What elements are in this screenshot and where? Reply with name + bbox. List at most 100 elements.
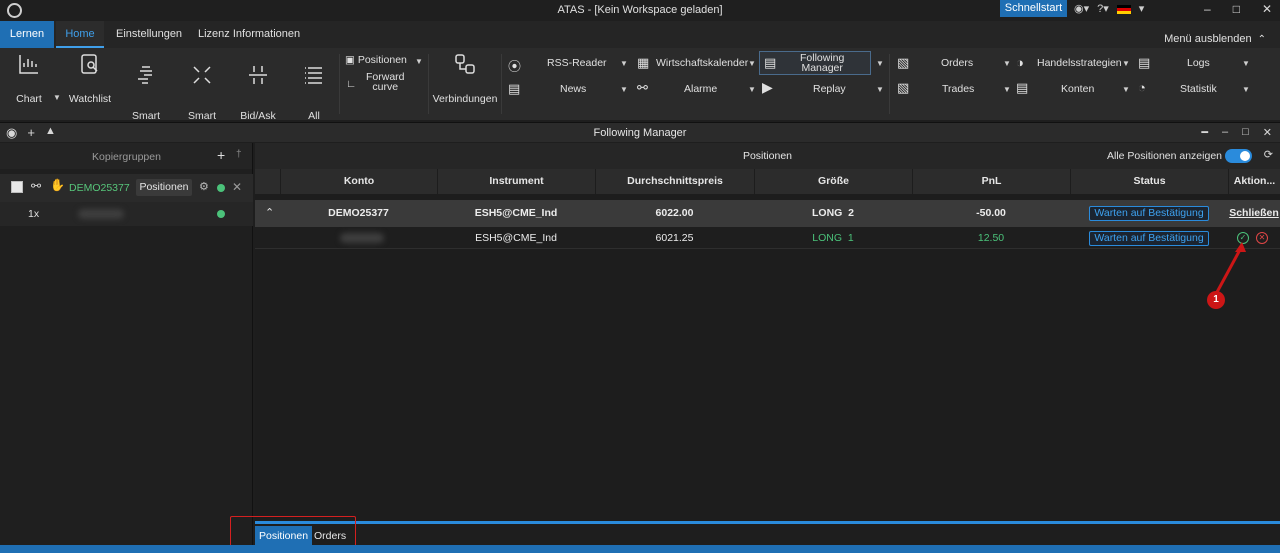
close-icon[interactable]: ✕ (1262, 2, 1272, 16)
pin-icon[interactable]: † (236, 149, 242, 160)
minimize-icon[interactable]: – (1222, 126, 1228, 139)
konten-item[interactable]: Konten (1061, 83, 1094, 95)
following-manager-title: Following Manager (593, 127, 687, 139)
replay-dropdown-icon[interactable]: ▼ (876, 85, 884, 94)
camera-icon[interactable]: ◉▾ (1074, 2, 1089, 15)
all-prices-label: All Prices (308, 110, 320, 121)
smart-tape-button[interactable]: Smart Tape (182, 52, 222, 120)
positions-titlebar: Positionen Alle Positionen anzeigen ⟳ (255, 143, 1280, 169)
trades-item[interactable]: Trades (942, 83, 974, 95)
forward-curve-ribbon-item[interactable]: ∟ Forward curve (346, 72, 405, 93)
cell-price: 6021.25 (655, 232, 694, 244)
strategies-dropdown-icon[interactable]: ▼ (1122, 59, 1130, 68)
verbindungen-label: Verbindungen (432, 93, 498, 105)
cell-konto: DEMO25377 (328, 207, 389, 219)
show-all-positions-toggle[interactable] (1225, 149, 1252, 163)
collapse-chevron-icon[interactable]: ⌃ (265, 200, 274, 227)
orders-dropdown-icon[interactable]: ▼ (1003, 59, 1011, 68)
follower-account-blurred (78, 209, 124, 219)
statistik-dropdown-icon[interactable]: ▼ (1242, 85, 1250, 94)
trades-dropdown-icon[interactable]: ▼ (1003, 85, 1011, 94)
chart-button[interactable]: Chart (14, 52, 44, 105)
pin-icon[interactable]: ━ (1201, 126, 1208, 139)
add-group-icon[interactable]: + (217, 147, 225, 163)
language-dropdown-icon[interactable]: ▾ (1139, 2, 1145, 15)
watchlist-button[interactable]: Watchlist (68, 52, 112, 105)
news-item[interactable]: News (560, 83, 586, 95)
tab-einstellungen[interactable]: Einstellungen (116, 21, 182, 48)
smart-dom-button[interactable]: Smart DOM (126, 52, 166, 120)
following-manager-icon: ▤ (764, 55, 777, 70)
close-position-link[interactable]: Schließen (1229, 207, 1279, 219)
replay-item[interactable]: Replay (813, 83, 846, 95)
statistics-icon: ◔ (1138, 80, 1146, 95)
table-row[interactable]: ESH5@CME_Ind 6021.25 LONG 1 12.50 Warten… (255, 227, 1280, 249)
wirtschaftskalender-item[interactable]: Wirtschaftskalender (656, 57, 748, 69)
following-manager-dropdown-icon[interactable]: ▼ (876, 59, 884, 68)
statistik-item[interactable]: Statistik (1180, 83, 1217, 95)
copy-groups-header: Kopiergruppen + † (0, 143, 252, 169)
status-badge: Warten auf Bestätigung (1089, 231, 1209, 246)
konten-dropdown-icon[interactable]: ▼ (1122, 85, 1130, 94)
verbindungen-button[interactable]: Verbindungen (432, 52, 498, 105)
german-flag-icon[interactable] (1116, 5, 1131, 14)
copy-groups-title: Kopiergruppen (92, 151, 161, 163)
bid-ask-tape-icon (249, 66, 267, 84)
quickstart-button[interactable]: Schnellstart (1000, 0, 1067, 17)
chart-icon (19, 55, 38, 74)
watchlist-label: Watchlist (68, 93, 112, 105)
orders-item[interactable]: Orders (941, 57, 973, 69)
col-groesse[interactable]: Größe (754, 169, 912, 194)
rss-reader-item[interactable]: RSS-Reader (547, 57, 607, 69)
col-status[interactable]: Status (1070, 169, 1228, 194)
follower-row[interactable]: 1x (0, 202, 253, 226)
table-row[interactable]: ⌃ DEMO25377 ESH5@CME_Ind 6022.00 LONG 2 … (255, 200, 1280, 227)
cell-pnl: 12.50 (977, 232, 1005, 244)
col-konto[interactable]: Konto (280, 169, 437, 194)
positionen-ribbon-item[interactable]: ▣ Positionen (345, 54, 407, 66)
all-prices-icon (305, 67, 322, 84)
copy-group-row[interactable]: ⚯ ✋ DEMO25377 Positionen ⚙ ✕ (0, 174, 253, 202)
news-dropdown-icon[interactable]: ▼ (620, 85, 628, 94)
calendar-dropdown-icon[interactable]: ▼ (748, 59, 756, 68)
group-positions-button[interactable]: Positionen (136, 179, 192, 196)
all-prices-button[interactable]: All Prices (296, 52, 332, 120)
col-pnl[interactable]: PnL (912, 169, 1070, 194)
ribbon-tabs: Lernen Home Einstellungen Lizenz Informa… (0, 21, 1280, 48)
alarme-item[interactable]: Alarme (684, 83, 717, 95)
menu-hide-button[interactable]: Menü ausblenden (1164, 33, 1266, 45)
alarme-dropdown-icon[interactable]: ▼ (748, 85, 756, 94)
minimize-icon[interactable]: – (1204, 2, 1211, 16)
gear-icon[interactable]: ⚙ (199, 180, 209, 193)
smart-tape-icon (193, 66, 211, 84)
rss-dropdown-icon[interactable]: ▼ (620, 59, 628, 68)
col-instrument[interactable]: Instrument (437, 169, 595, 194)
maximize-icon[interactable]: □ (1242, 126, 1249, 139)
group-checkbox[interactable] (11, 181, 23, 193)
col-durchschnittspreis[interactable]: Durchschnittspreis (595, 169, 754, 194)
hand-icon[interactable]: ✋ (50, 178, 65, 192)
cell-instrument: ESH5@CME_Ind (475, 232, 557, 244)
remove-group-icon[interactable]: ✕ (232, 180, 242, 194)
logs-dropdown-icon[interactable]: ▼ (1242, 59, 1250, 68)
tab-lernen[interactable]: Lernen (0, 21, 54, 48)
maximize-icon[interactable]: □ (1233, 2, 1240, 16)
bid-ask-tape-button[interactable]: Bid/Ask Tape (236, 52, 280, 120)
show-all-positions-label: Alle Positionen anzeigen (1107, 150, 1222, 162)
refresh-icon[interactable]: ⟳ (1264, 148, 1273, 161)
close-icon[interactable]: ✕ (1263, 126, 1272, 139)
tab-home[interactable]: Home (56, 21, 104, 48)
help-icon[interactable]: ?▾ (1097, 2, 1109, 15)
positionen-dropdown-icon[interactable]: ▼ (415, 57, 423, 66)
chart-dropdown-icon[interactable]: ▼ (53, 93, 61, 102)
tab-lizenz-informationen[interactable]: Lizenz Informationen (198, 21, 300, 48)
logs-icon: ▤ (1138, 55, 1151, 70)
connections-icon (455, 54, 475, 74)
follower-multiplier: 1x (28, 208, 40, 220)
bid-ask-tape-label: Bid/Ask Tape (240, 110, 276, 121)
col-aktion[interactable]: Aktion... (1228, 169, 1280, 194)
handelsstrategien-item[interactable]: Handelsstrategien (1037, 57, 1122, 69)
bell-icon[interactable]: ⚯ (31, 179, 41, 193)
logs-item[interactable]: Logs (1187, 57, 1210, 69)
cell-size: LONG 1 (812, 232, 854, 244)
